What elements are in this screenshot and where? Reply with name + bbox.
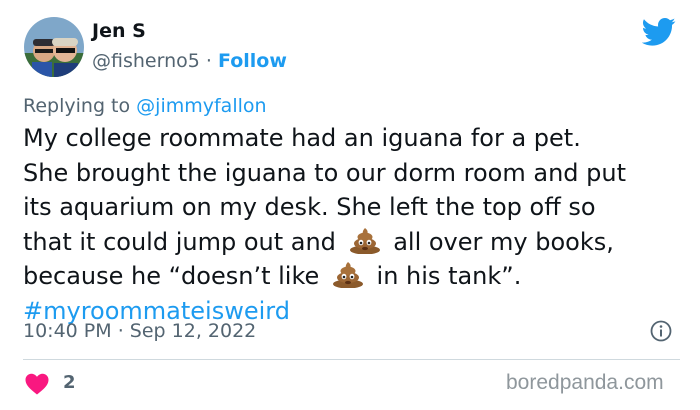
avatar[interactable]	[24, 17, 84, 77]
tweet-text: My college roommate had an iguana for a …	[23, 121, 688, 328]
author-handle[interactable]: @fisherno5	[92, 50, 200, 72]
tweet-line-4-start: that it could jump out and	[23, 227, 336, 256]
tweet-line-2: She brought the iguana to our dorm room …	[23, 158, 627, 187]
replying-prefix: Replying to	[23, 95, 131, 117]
separator-dot: ·	[205, 50, 212, 72]
tweet-line-4-end: all over my books,	[393, 227, 614, 256]
heart-icon[interactable]	[25, 373, 49, 395]
tweet-time: 10:40 PM	[23, 320, 112, 342]
meta-separator: ·	[117, 320, 124, 342]
twitter-bird-icon[interactable]	[641, 17, 676, 47]
watermark-text: boredpanda.com	[506, 371, 664, 394]
tweet-line-1: My college roommate had an iguana for a …	[23, 124, 581, 152]
tweet-line-4: that it could jump out and all over my b…	[23, 225, 688, 260]
author-handle-row: @fisherno5 · Follow	[92, 50, 287, 72]
info-icon[interactable]	[650, 320, 672, 342]
replying-to: Replying to @jimmyfallon	[23, 95, 267, 117]
like-count: 2	[63, 372, 76, 393]
reply-mention-link[interactable]: @jimmyfallon	[136, 95, 266, 117]
tweet-line-5-start: because he “doesn’t like	[23, 262, 320, 290]
pile-of-poo-emoji	[348, 227, 382, 254]
follow-button[interactable]: Follow	[218, 50, 287, 72]
author-name[interactable]: Jen S	[92, 20, 146, 42]
tweet-line-3: its aquarium on my desk. She left the to…	[23, 193, 596, 221]
tweet-line-5: because he “doesn’t like in his tank”.	[23, 259, 688, 294]
divider	[23, 359, 680, 360]
tweet-line-5-end: in his tank”.	[376, 262, 522, 290]
tweet-timestamp[interactable]: 10:40 PM · Sep 12, 2022	[23, 320, 256, 342]
pile-of-poo-emoji	[331, 262, 365, 289]
tweet-date: Sep 12, 2022	[129, 320, 257, 342]
